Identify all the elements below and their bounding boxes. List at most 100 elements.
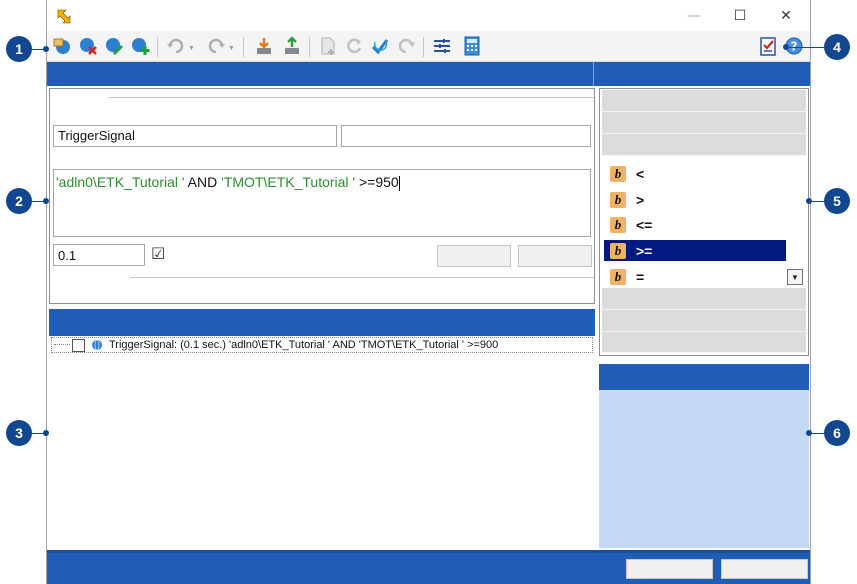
operator-item-le[interactable]: b <= — [604, 214, 786, 235]
info-pane-header — [599, 364, 809, 390]
form-separator — [108, 97, 594, 98]
refresh-button[interactable] — [343, 35, 365, 57]
new-document-button[interactable] — [317, 35, 339, 57]
cancel-button[interactable] — [721, 559, 808, 579]
enable-checkbox[interactable]: ☑ — [151, 244, 169, 264]
trigger-list-header — [49, 309, 595, 336]
operator-item-gt[interactable]: b > — [604, 189, 786, 210]
forward-icon — [398, 38, 415, 54]
app-logo-icon — [57, 8, 73, 24]
export-button[interactable] — [281, 35, 303, 57]
open-config-button[interactable] — [51, 35, 73, 57]
globe-edit-icon — [106, 38, 124, 56]
trigger-list: TriggerSignal: (0.1 sec.) 'adln0\ETK_Tut… — [49, 336, 595, 548]
form-button-1[interactable] — [437, 245, 511, 267]
status-bar — [47, 550, 810, 584]
trigger-expression-input[interactable]: 'adln0\ETK_Tutorial ' AND 'TMOT\ETK_Tuto… — [53, 169, 591, 237]
operator-group-strip — [602, 310, 806, 332]
callout-dot — [43, 430, 49, 436]
header-bar — [47, 62, 810, 86]
toolbar-separator — [423, 37, 424, 57]
refresh-icon — [347, 38, 362, 54]
trigger-name-input[interactable]: TriggerSignal — [53, 125, 337, 147]
operator-item-eq[interactable]: b = — [604, 266, 786, 287]
row-checkbox[interactable] — [72, 338, 85, 352]
operator-pane: b < b > b <= b >= b = ▼ — [599, 88, 809, 356]
callout-dot — [43, 198, 49, 204]
undo-dropdown-icon[interactable]: ▼ — [188, 45, 195, 52]
operator-symbol: = — [636, 268, 645, 285]
chevron-down-icon: ▼ — [791, 272, 799, 282]
form-button-2[interactable] — [518, 245, 592, 267]
operator-symbol: >= — [636, 242, 653, 259]
trigger-globe-icon — [91, 339, 103, 351]
delete-config-button[interactable] — [77, 35, 99, 57]
apply-check-icon — [371, 39, 389, 55]
operator-group-strip — [602, 90, 806, 112]
callout-badge-2: 2 — [6, 188, 32, 214]
callout-dot — [806, 430, 812, 436]
trigger-secondary-input[interactable] — [341, 125, 591, 147]
calculator-icon — [464, 36, 480, 56]
expr-compare: >=950 — [355, 174, 399, 190]
import-icon — [257, 38, 271, 54]
operator-item-ge[interactable]: b >= — [604, 240, 786, 261]
apply-button[interactable] — [369, 35, 391, 57]
checklist-button[interactable] — [757, 35, 779, 57]
export-icon — [285, 36, 299, 54]
callout-badge-5: 5 — [824, 188, 850, 214]
operator-group-strip — [602, 288, 806, 310]
undo-icon — [167, 38, 184, 54]
expr-signal-1: 'adln0\ETK_Tutorial ' — [56, 174, 185, 190]
calculator-button[interactable] — [461, 35, 483, 57]
redo-button[interactable] — [205, 35, 227, 57]
new-document-icon — [321, 37, 335, 55]
toolbar-separator — [157, 37, 158, 57]
text-caret — [398, 175, 400, 191]
callout-badge-1: 1 — [6, 36, 32, 62]
add-config-button[interactable] — [129, 35, 151, 57]
operator-symbol: < — [636, 165, 645, 182]
signal-list-icon — [434, 39, 450, 53]
minimize-icon: — — [687, 7, 701, 24]
title-bar: — ☐ ✕ — [47, 0, 810, 31]
ok-button[interactable] — [626, 559, 713, 579]
boolean-badge-icon: b — [610, 165, 626, 182]
boolean-badge-icon: b — [610, 242, 626, 259]
checklist-icon — [760, 37, 776, 56]
expr-signal-2: 'TMOT\ETK_Tutorial ' — [221, 174, 356, 190]
operator-item-lt[interactable]: b < — [604, 163, 786, 184]
boolean-badge-icon: b — [610, 268, 626, 285]
operator-group-strip — [602, 332, 806, 353]
operator-group-strip — [602, 112, 806, 134]
form-separator-bottom — [130, 277, 594, 278]
edit-config-button[interactable] — [103, 35, 125, 57]
minimize-button[interactable]: — — [671, 0, 717, 31]
operator-symbol: <= — [636, 216, 653, 233]
trigger-form-pane: TriggerSignal 'adln0\ETK_Tutorial ' AND … — [49, 88, 595, 304]
maximize-button[interactable]: ☐ — [717, 0, 763, 31]
callout-dot — [806, 198, 812, 204]
close-button[interactable]: ✕ — [763, 0, 809, 31]
operator-symbol: > — [636, 191, 645, 208]
table-row[interactable]: TriggerSignal: (0.1 sec.) 'adln0\ETK_Tut… — [51, 337, 593, 353]
callout-badge-4: 4 — [824, 34, 850, 60]
undo-button[interactable] — [165, 35, 187, 57]
redo-dropdown-icon[interactable]: ▼ — [228, 45, 235, 52]
forward-button[interactable] — [395, 35, 417, 57]
tree-connector — [54, 344, 70, 346]
signal-list-button[interactable] — [431, 35, 453, 57]
operator-dropdown-button[interactable]: ▼ — [787, 269, 803, 285]
toolbar-separator — [243, 37, 244, 57]
header-divider — [593, 62, 594, 86]
callout-badge-3: 3 — [6, 420, 32, 446]
globe-add-icon — [132, 38, 150, 55]
callout-leader-line — [786, 47, 824, 48]
toolbar: ▼ ▼ ? — [47, 31, 810, 62]
maximize-icon: ☐ — [733, 7, 747, 24]
close-icon: ✕ — [780, 7, 792, 24]
row-text: TriggerSignal: (0.1 sec.) 'adln0\ETK_Tut… — [109, 339, 499, 351]
import-button[interactable] — [253, 35, 275, 57]
globe-delete-icon — [80, 38, 97, 55]
interval-input[interactable]: 0.1 — [53, 244, 145, 266]
